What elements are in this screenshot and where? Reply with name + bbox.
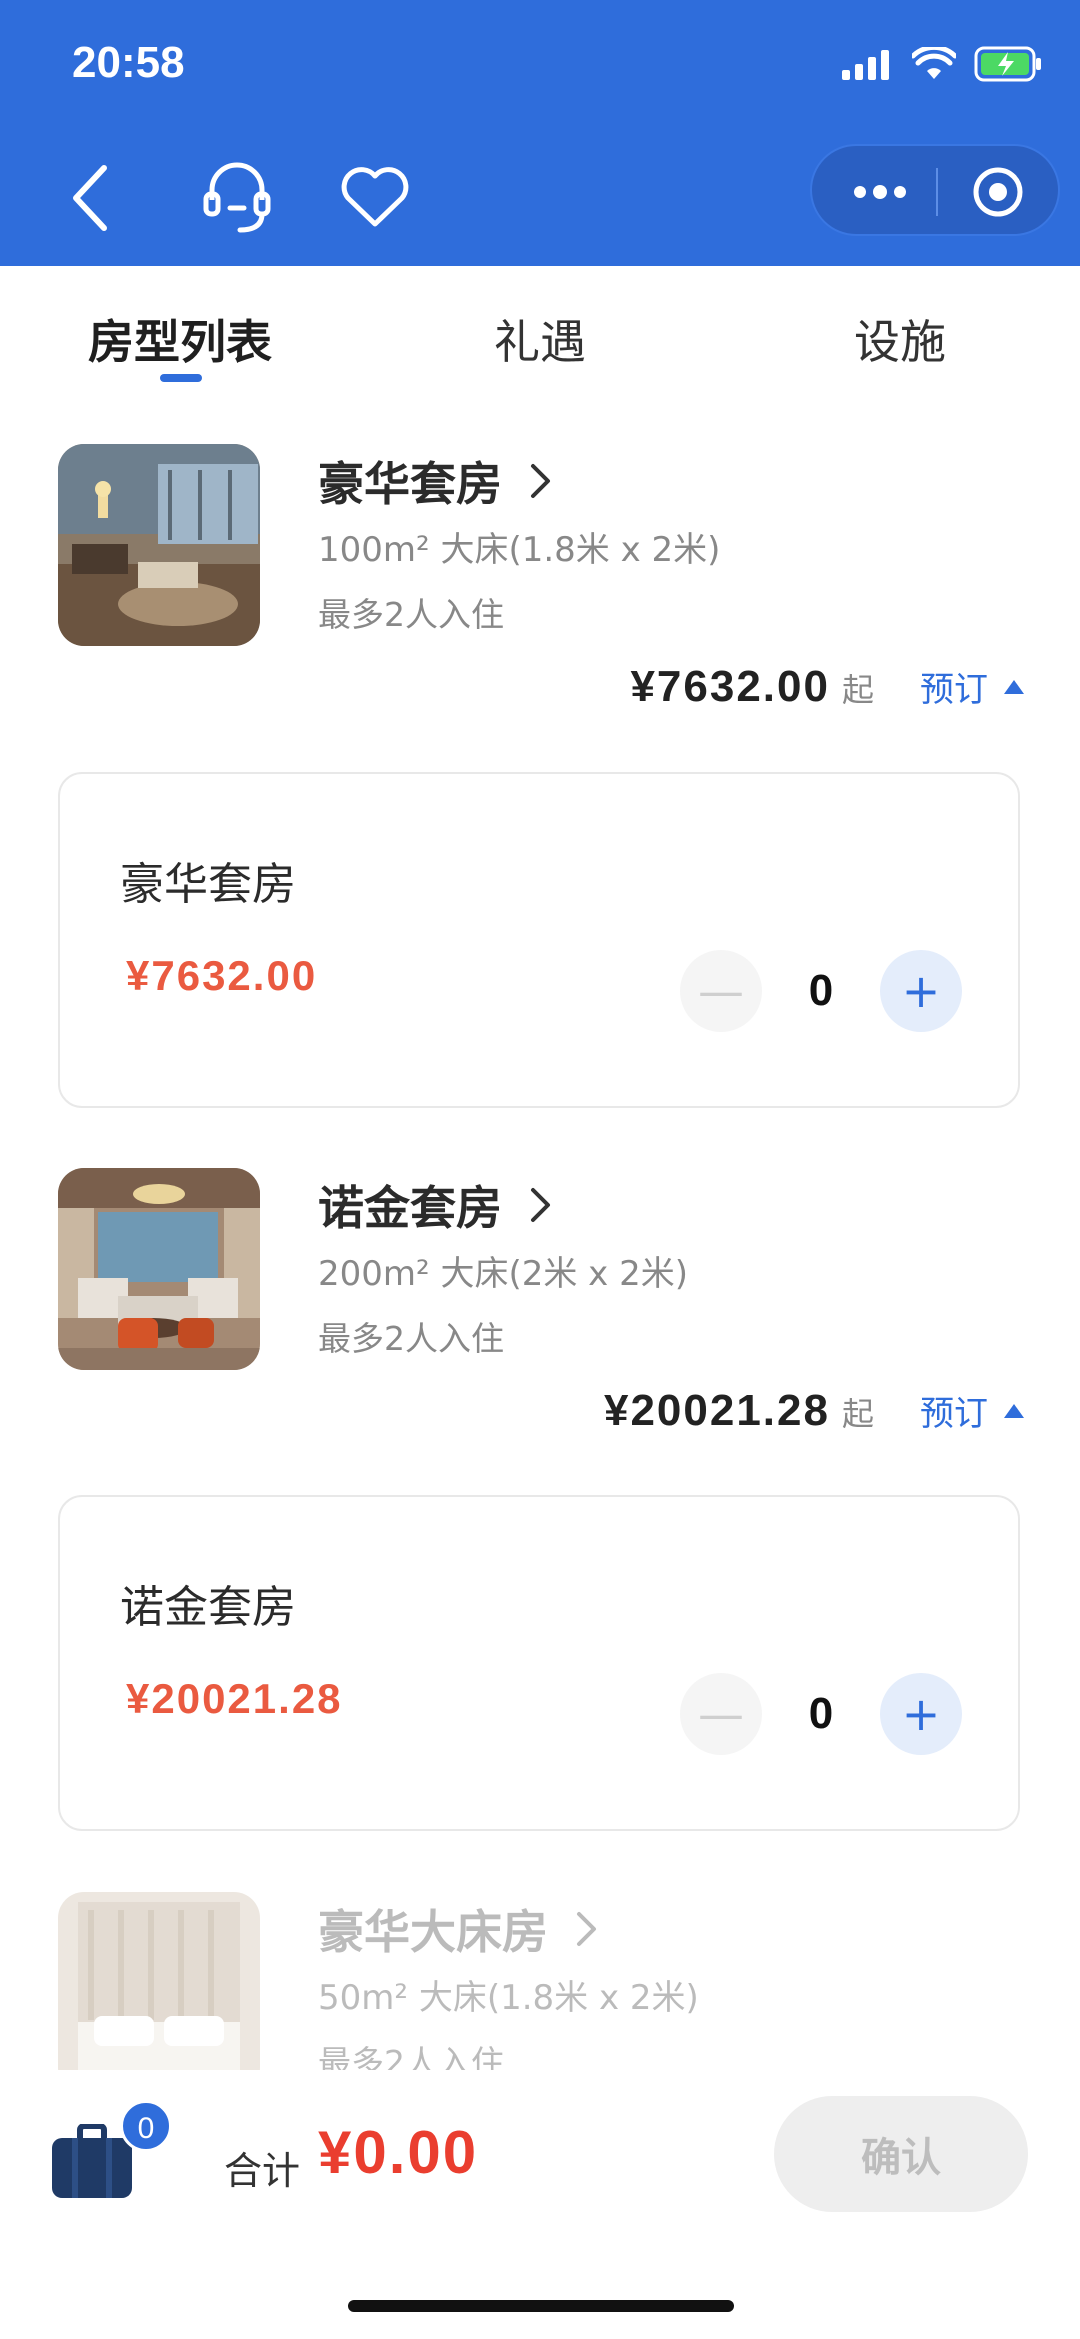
more-dots-icon[interactable]	[852, 184, 908, 200]
app-header: 20:58	[0, 0, 1080, 266]
tab-facilities[interactable]: 设施	[854, 306, 946, 372]
status-icons	[842, 44, 1044, 84]
rate-title: 豪华套房	[120, 859, 296, 910]
chevron-right-icon	[531, 464, 550, 498]
caret-up-icon	[1004, 679, 1024, 694]
battery-charging-icon	[974, 46, 1041, 82]
room-price-row: ¥7632.00 起 预订	[630, 662, 1080, 712]
tab-perks[interactable]: 礼遇	[494, 306, 586, 372]
capsule-divider	[936, 168, 938, 216]
book-toggle-button[interactable]: 预订	[920, 662, 1080, 711]
room-name-text: 豪华大床房	[318, 1905, 548, 1959]
wifi-icon	[912, 47, 956, 79]
status-time: 20:58	[72, 38, 185, 87]
active-tab-indicator	[160, 374, 202, 382]
quantity-value: 0	[808, 1689, 834, 1738]
rate-price: ¥20021.28	[126, 1675, 343, 1722]
heart-icon[interactable]	[338, 162, 412, 232]
rate-card: 豪华套房 ¥7632.00 — 0 +	[58, 772, 1020, 1108]
room-spec: 200m² 大床(2米 x 2米)	[318, 1254, 688, 1294]
total-label: 合计	[224, 2149, 301, 2193]
room-photo	[58, 1168, 260, 1370]
room-photo	[58, 444, 260, 646]
caret-up-icon	[1004, 1403, 1024, 1418]
confirm-button[interactable]: 确认	[774, 2096, 1028, 2212]
checkout-bar: 0 合计 ¥0.00 确认	[0, 2070, 1080, 2339]
rate-price: ¥7632.00	[126, 952, 318, 999]
price-from-label: 起	[841, 1395, 874, 1433]
room-occupancy: 最多2人入住	[318, 1319, 504, 1358]
signal-icon	[842, 50, 889, 80]
room-photo	[58, 1892, 260, 2094]
price-from-label: 起	[841, 671, 874, 709]
room-name[interactable]: 豪华套房	[318, 448, 554, 514]
room-price-row: ¥20021.28 起 预订	[604, 1386, 1080, 1436]
quantity-stepper: — 0 +	[680, 1673, 962, 1755]
mini-program-capsule	[810, 144, 1060, 236]
room-name[interactable]: 诺金套房	[318, 1172, 554, 1238]
customer-service-icon[interactable]	[200, 160, 274, 236]
room-spec: 50m² 大床(1.8米 x 2米)	[318, 1978, 699, 2018]
target-circle-icon[interactable]	[972, 166, 1024, 218]
book-label: 预订	[920, 670, 988, 710]
cart-count-badge: 0	[120, 2100, 172, 2152]
quantity-stepper: — 0 +	[680, 950, 962, 1032]
tab-bar: 房型列表 礼遇 设施	[0, 266, 1080, 396]
room-spec: 100m² 大床(1.8米 x 2米)	[318, 530, 721, 570]
increase-button[interactable]: +	[880, 1673, 962, 1755]
room-price: ¥7632.00	[630, 662, 830, 711]
tab-room-list[interactable]: 房型列表	[88, 306, 272, 372]
total-value: ¥0.00	[318, 2119, 479, 2186]
room-name[interactable]: 豪华大床房	[318, 1896, 600, 1962]
chevron-right-icon	[577, 1912, 596, 1946]
increase-button[interactable]: +	[880, 950, 962, 1032]
room-occupancy: 最多2人入住	[318, 595, 504, 634]
home-indicator	[348, 2300, 734, 2312]
room-price: ¥20021.28	[603, 1386, 830, 1435]
book-label: 预订	[920, 1394, 988, 1434]
rate-title: 诺金套房	[120, 1582, 296, 1633]
decrease-button[interactable]: —	[680, 950, 762, 1032]
decrease-button[interactable]: —	[680, 1673, 762, 1755]
chevron-right-icon	[531, 1188, 550, 1222]
book-toggle-button[interactable]: 预订	[920, 1386, 1080, 1435]
quantity-value: 0	[808, 966, 834, 1015]
rate-card: 诺金套房 ¥20021.28 — 0 +	[58, 1495, 1020, 1831]
room-name-text: 豪华套房	[318, 457, 502, 511]
back-arrow-icon[interactable]	[62, 160, 122, 236]
room-name-text: 诺金套房	[318, 1181, 502, 1235]
